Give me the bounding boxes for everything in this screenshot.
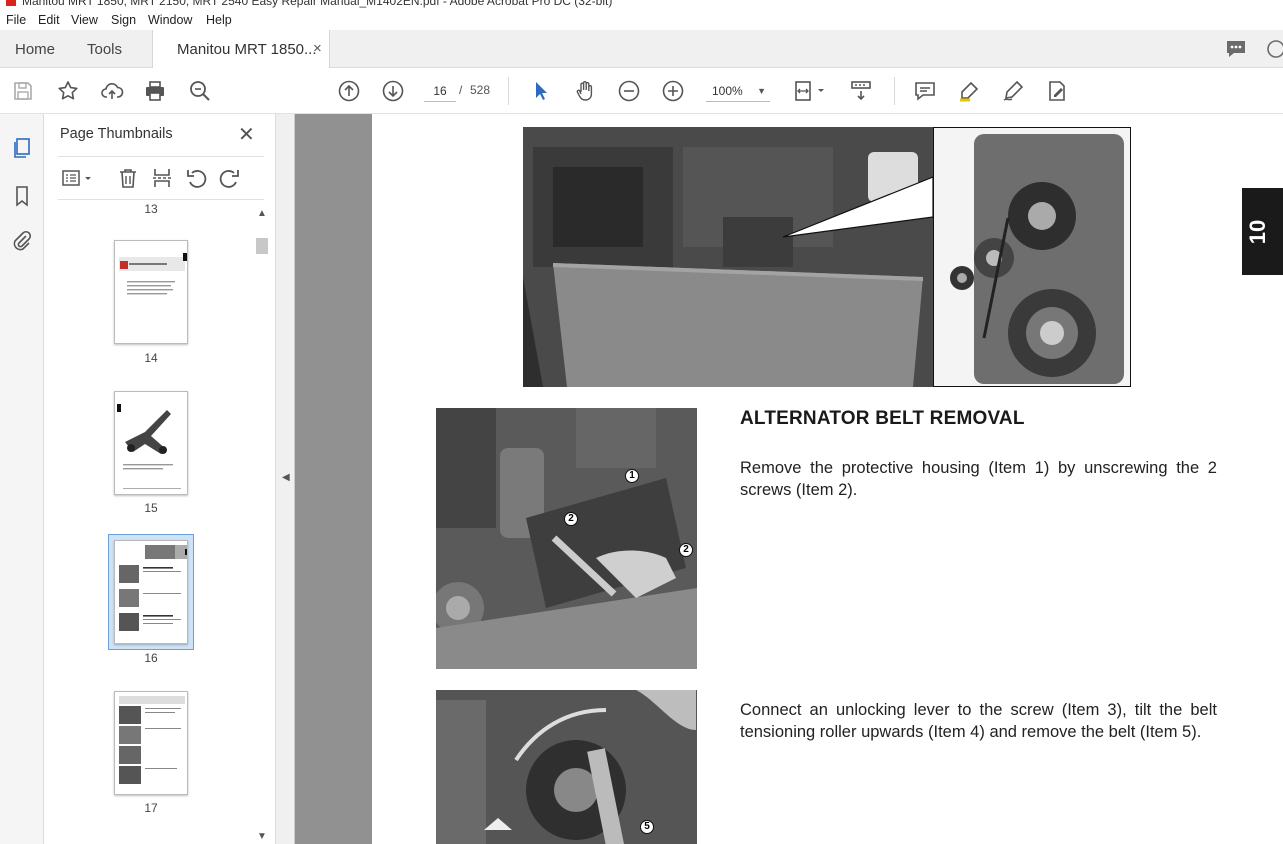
help-icon[interactable] bbox=[1266, 39, 1283, 62]
tab-home[interactable]: Home bbox=[15, 41, 55, 58]
attachments-paperclip-icon[interactable] bbox=[10, 229, 34, 253]
chevron-left-icon: ◀ bbox=[282, 472, 290, 483]
thumbnail-label: 15 bbox=[144, 501, 158, 515]
acrobat-app-icon bbox=[6, 0, 16, 6]
comment-chat-icon[interactable] bbox=[1225, 39, 1247, 62]
protective-housing-photo bbox=[436, 408, 697, 669]
tab-document-label: Manitou MRT 1850... bbox=[177, 41, 317, 58]
instruction-paragraph-2: Connect an unlocking lever to the screw … bbox=[740, 701, 1217, 741]
document-viewer-background bbox=[295, 114, 372, 844]
page-thumbnails-icon[interactable] bbox=[10, 136, 34, 160]
menu-sign[interactable]: Sign bbox=[111, 13, 136, 27]
scroll-down-icon[interactable]: ▼ bbox=[257, 831, 267, 842]
tab-bar: Home Tools Manitou MRT 1850... × bbox=[0, 30, 1283, 68]
thumbnail-page-15[interactable] bbox=[114, 391, 188, 495]
menu-file[interactable]: File bbox=[6, 13, 26, 27]
rotate-counterclockwise-icon[interactable] bbox=[184, 166, 208, 190]
tab-close-button[interactable]: × bbox=[313, 40, 322, 57]
page-separator: / bbox=[459, 83, 463, 97]
scroll-up-icon[interactable]: ▲ bbox=[257, 208, 267, 219]
rotate-clockwise-icon[interactable] bbox=[218, 166, 242, 190]
menu-window[interactable]: Window bbox=[148, 13, 192, 27]
callout-item-1: 1 bbox=[625, 469, 639, 483]
delete-trash-icon[interactable] bbox=[116, 166, 140, 190]
window-title: Manitou MRT 1850, MRT 2150, MRT 2540 Eas… bbox=[22, 0, 613, 8]
panel-collapse-handle[interactable]: ◀ bbox=[276, 114, 295, 844]
callout-item-2: 2 bbox=[679, 543, 693, 557]
thumbnail-toolbar bbox=[58, 156, 264, 200]
panel-title: Page Thumbnails bbox=[60, 126, 173, 142]
thumbnail-scrollbar[interactable]: ▲ ▼ bbox=[254, 206, 268, 844]
callout-item-5: 5 bbox=[640, 820, 654, 834]
page-thumbnails-panel: Page Thumbnails ✕ 13 14 15 16 17 ▲ ▼ bbox=[44, 114, 276, 844]
extract-pages-icon[interactable] bbox=[150, 166, 174, 190]
page-number-input[interactable]: 16 bbox=[424, 80, 456, 102]
thumbnail-label: 14 bbox=[144, 351, 158, 365]
navigation-rail bbox=[0, 114, 44, 844]
print-icon[interactable] bbox=[142, 78, 168, 104]
thumbnail-label: 16 bbox=[144, 651, 158, 665]
section-heading: ALTERNATOR BELT REMOVAL bbox=[740, 408, 1025, 429]
edit-pdf-icon[interactable] bbox=[1044, 78, 1070, 104]
menu-bar: File Edit View Sign Window Help bbox=[0, 8, 1283, 30]
tab-document[interactable]: Manitou MRT 1850... × bbox=[152, 30, 330, 68]
engine-detail-photo bbox=[933, 127, 1131, 387]
fit-page-icon[interactable] bbox=[792, 78, 828, 104]
chapter-tab: 10 bbox=[1242, 188, 1283, 275]
menu-edit[interactable]: Edit bbox=[38, 13, 60, 27]
panel-close-button[interactable]: ✕ bbox=[238, 122, 255, 147]
pdf-page: 1 2 2 5 ALTERNATOR BELT REMOVAL Remove t… bbox=[372, 114, 1283, 844]
thumbnail-label: 13 bbox=[144, 202, 158, 216]
menu-help[interactable]: Help bbox=[206, 13, 232, 27]
thumbnail-page-17[interactable] bbox=[114, 691, 188, 795]
toolbar-divider bbox=[508, 77, 509, 105]
previous-page-icon[interactable] bbox=[336, 78, 362, 104]
zoom-level-value: 100% bbox=[712, 84, 743, 98]
sign-pen-icon[interactable] bbox=[1000, 78, 1026, 104]
thumbnail-page-14[interactable] bbox=[114, 240, 188, 344]
instruction-paragraph-1: Remove the protective housing (Item 1) b… bbox=[740, 459, 1217, 499]
bookmark-star-icon[interactable] bbox=[55, 78, 81, 104]
zoom-search-icon[interactable] bbox=[187, 78, 213, 104]
next-page-icon[interactable] bbox=[380, 78, 406, 104]
bookmarks-icon[interactable] bbox=[10, 184, 34, 208]
engine-bay-photo bbox=[523, 127, 933, 387]
main-toolbar: 16 / 528 100% ▼ bbox=[0, 68, 1283, 114]
highlight-pen-icon[interactable] bbox=[956, 78, 982, 104]
zoom-level-select[interactable]: 100% ▼ bbox=[706, 80, 770, 102]
chevron-down-icon: ▼ bbox=[757, 86, 766, 96]
belt-removal-photo bbox=[436, 690, 697, 844]
chapter-number: 10 bbox=[1245, 219, 1271, 245]
cloud-upload-icon[interactable] bbox=[99, 78, 125, 104]
window-titlebar: Manitou MRT 1850, MRT 2150, MRT 2540 Eas… bbox=[0, 0, 1283, 8]
toolbar-divider bbox=[894, 77, 895, 105]
thumbnail-options-icon[interactable] bbox=[60, 166, 94, 190]
select-cursor-icon[interactable] bbox=[528, 78, 554, 104]
zoom-in-icon[interactable] bbox=[660, 78, 686, 104]
tab-tools[interactable]: Tools bbox=[87, 41, 122, 58]
scrollbar-thumb[interactable] bbox=[256, 238, 268, 254]
thumbnail-label: 17 bbox=[144, 801, 158, 815]
callout-item-2: 2 bbox=[564, 512, 578, 526]
save-icon[interactable] bbox=[10, 78, 36, 104]
thumbnail-page-16[interactable] bbox=[114, 540, 188, 644]
menu-view[interactable]: View bbox=[71, 13, 98, 27]
page-total: 528 bbox=[470, 83, 491, 97]
scroll-mode-icon[interactable] bbox=[848, 78, 874, 104]
comment-icon[interactable] bbox=[912, 78, 938, 104]
hand-tool-icon[interactable] bbox=[572, 78, 598, 104]
zoom-out-icon[interactable] bbox=[616, 78, 642, 104]
